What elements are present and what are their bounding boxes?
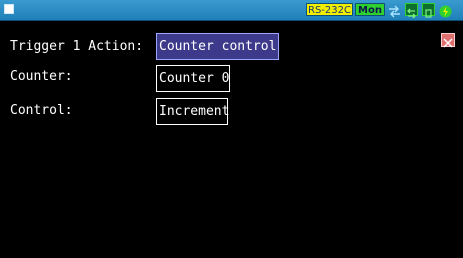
control-field[interactable]: Increment <box>156 98 229 125</box>
card-icon <box>422 3 435 18</box>
monitor-badge: Mon <box>355 3 385 16</box>
device-screen: RS-232C Mon Trigger 1 Action: Counter co… <box>0 0 463 258</box>
arrows-icon <box>388 3 401 18</box>
counter-label: Counter: <box>10 69 73 84</box>
status-bar: RS-232C Mon <box>0 0 463 21</box>
swap-icon <box>405 3 418 19</box>
close-icon <box>443 38 453 48</box>
power-icon <box>439 3 452 18</box>
trigger-action-label: Trigger 1 Action: <box>10 39 144 54</box>
trigger-action-field[interactable]: Counter control <box>156 33 279 60</box>
rs232c-badge: RS-232C <box>306 3 353 16</box>
counter-field[interactable]: Counter 0 <box>156 65 230 92</box>
close-button[interactable] <box>441 33 455 48</box>
menu-square-icon[interactable] <box>4 4 14 14</box>
control-label: Control: <box>10 103 73 118</box>
